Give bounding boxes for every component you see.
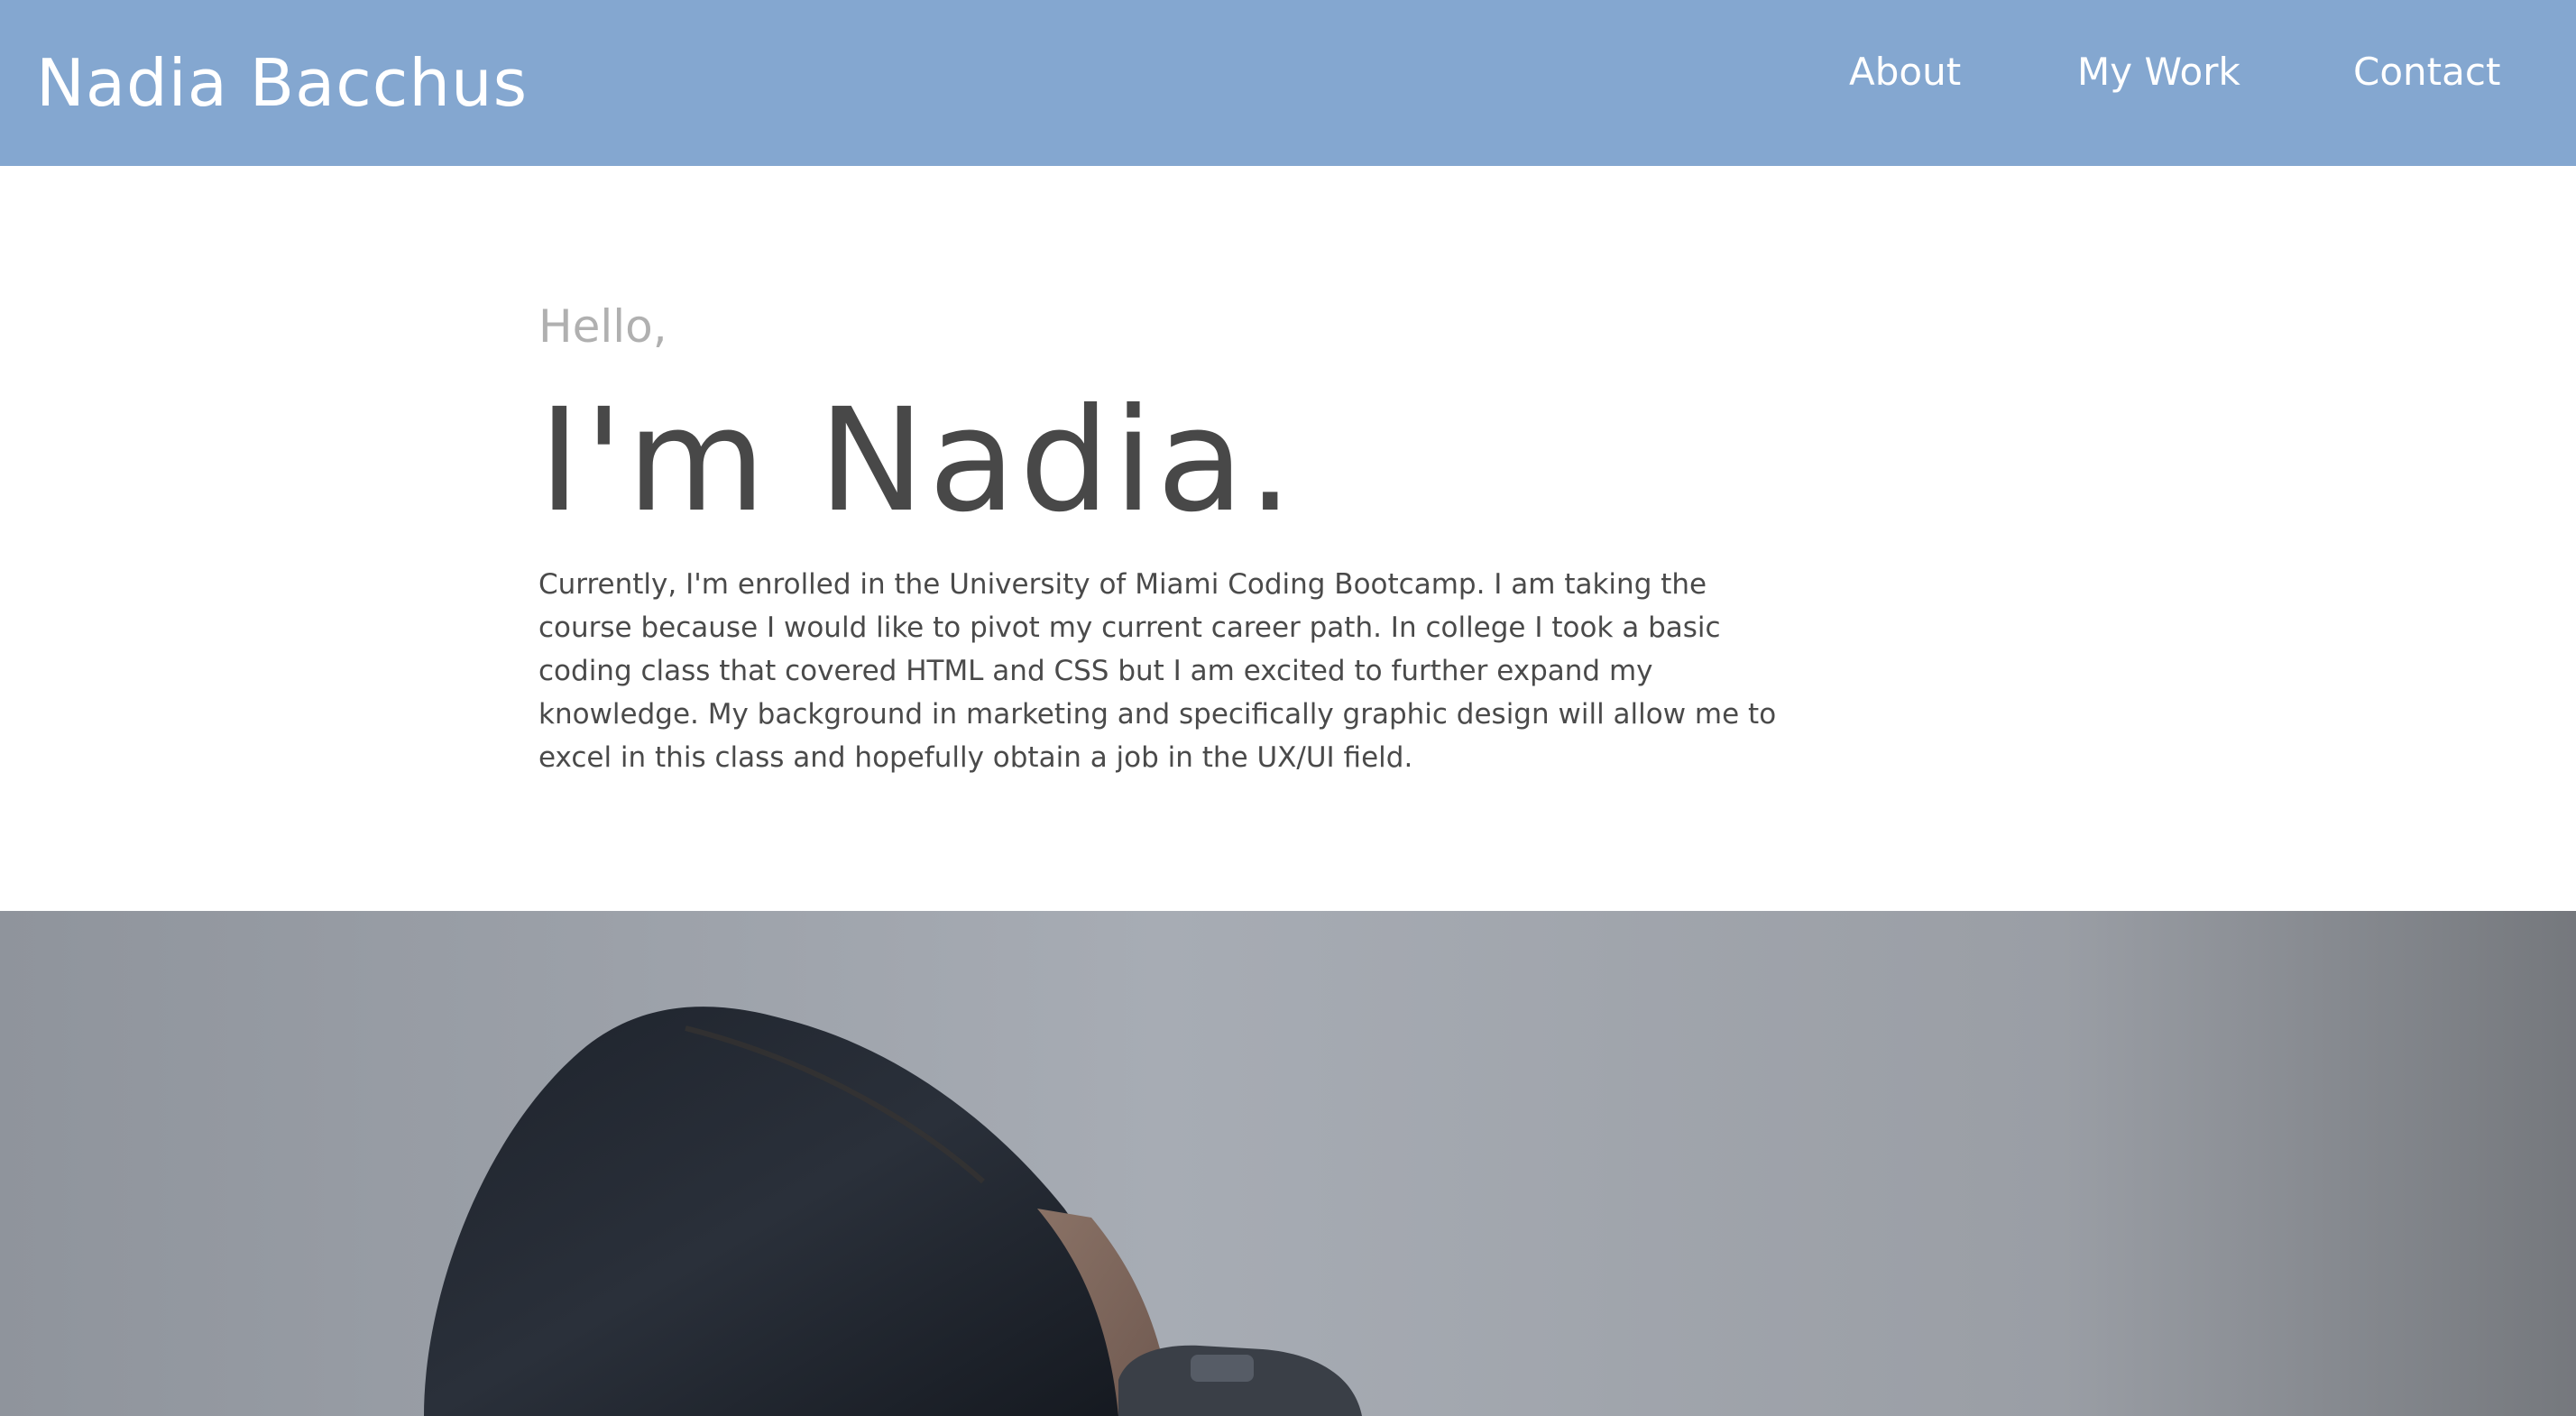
nav-link-contact[interactable]: Contact — [2353, 47, 2500, 97]
hero-photo — [0, 911, 2576, 1416]
site-title[interactable]: Nadia Bacchus — [36, 40, 528, 126]
nav-link-about[interactable]: About — [1849, 47, 1961, 97]
site-header: Nadia Bacchus About My Work Contact — [0, 0, 2576, 166]
greeting-text: Hello, — [538, 300, 667, 353]
woman-with-camera-photo — [0, 911, 2576, 1416]
nav-link-my-work[interactable]: My Work — [2077, 47, 2240, 97]
bio-paragraph: Currently, I'm enrolled in the Universit… — [538, 568, 1777, 774]
intro-headline: I'm Nadia. — [538, 378, 1297, 544]
